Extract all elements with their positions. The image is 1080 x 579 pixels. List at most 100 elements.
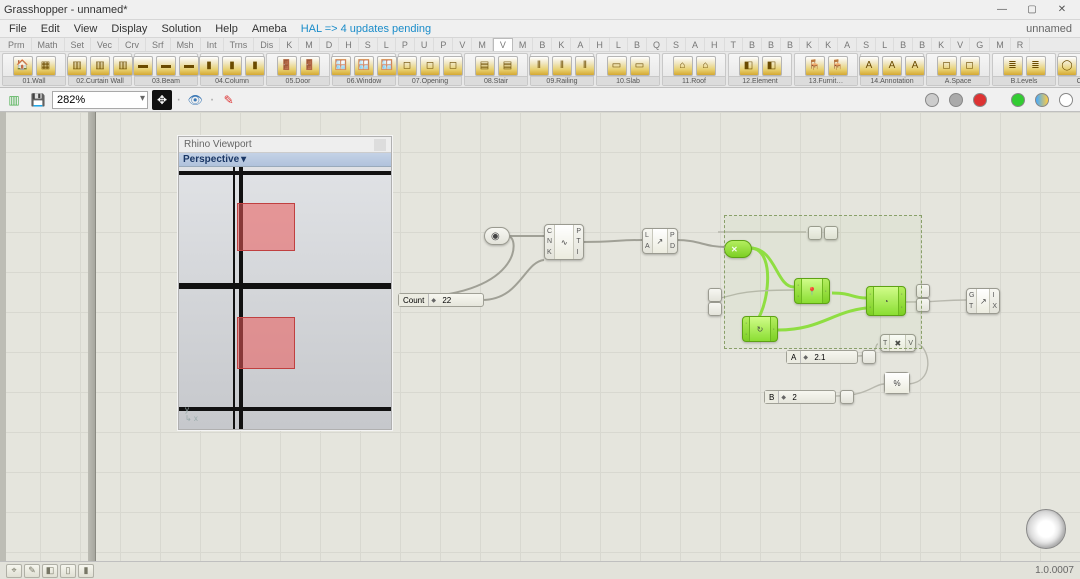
shade-mode-icon[interactable] (946, 90, 966, 110)
category-tab[interactable]: V (453, 38, 472, 51)
category-tab[interactable]: U (415, 38, 435, 51)
new-file-icon[interactable]: ▥ (4, 90, 24, 110)
canvas[interactable]: Rhino Viewport Perspective ▾ y↳ x (0, 112, 1080, 561)
port[interactable]: A (645, 243, 650, 250)
menu-help[interactable]: Help (208, 21, 245, 37)
relay-node[interactable] (916, 298, 930, 312)
port[interactable]: · (869, 304, 871, 311)
category-tab[interactable]: Math (32, 38, 65, 51)
port[interactable]: C (547, 228, 552, 235)
category-tab[interactable]: R (1011, 38, 1031, 51)
category-tab[interactable]: P (396, 38, 415, 51)
toggle-component[interactable]: ◉ (484, 227, 510, 245)
port[interactable]: D (670, 243, 675, 250)
component-green-b[interactable]: ·· ↻ · (742, 316, 778, 342)
slider-output[interactable] (862, 350, 876, 364)
component-icon[interactable]: ▤ (475, 56, 495, 76)
component-green-c[interactable]: ·· ◔ ·· (866, 286, 906, 316)
preview-eye-icon[interactable]: 👁 (185, 90, 205, 110)
minimize-button[interactable]: — (988, 2, 1016, 18)
category-tab[interactable]: A (838, 38, 857, 51)
component-icon[interactable]: ⌂ (673, 56, 693, 76)
category-tab[interactable]: B (913, 38, 932, 51)
component-icon[interactable]: ▮ (222, 56, 242, 76)
category-tab[interactable]: V (951, 38, 970, 51)
category-tab[interactable]: K (800, 38, 819, 51)
component-icon[interactable]: 🚪 (300, 56, 320, 76)
component-icon[interactable]: ◧ (739, 56, 759, 76)
relay-node[interactable] (824, 226, 838, 240)
component-icon[interactable]: ≣ (1026, 56, 1046, 76)
category-tab[interactable]: L (876, 38, 894, 51)
category-tab[interactable]: Set (65, 38, 92, 51)
rhino-viewport-panel[interactable]: Rhino Viewport Perspective ▾ y↳ x (178, 136, 392, 430)
category-tab[interactable]: Int (201, 38, 224, 51)
port[interactable]: X (992, 303, 997, 310)
component-icon[interactable]: ▤ (498, 56, 518, 76)
component-percent[interactable]: % (884, 372, 910, 394)
rhino-viewport-body[interactable]: y↳ x (179, 167, 391, 429)
port[interactable]: G (969, 292, 974, 299)
port[interactable]: T (576, 238, 581, 245)
port[interactable]: · (773, 326, 775, 333)
component-icon[interactable]: ◻ (420, 56, 440, 76)
status-tool-icon[interactable]: ◧ (42, 564, 58, 578)
component-green-a[interactable]: ·· 📍 · (794, 278, 830, 304)
port[interactable]: · (745, 331, 747, 338)
zoom-target-icon[interactable]: ✥ (152, 90, 172, 110)
shade-mode-icon[interactable] (970, 90, 990, 110)
status-tool-icon[interactable]: ✎ (24, 564, 40, 578)
category-tab[interactable]: K (819, 38, 838, 51)
display-mode-icon[interactable] (1056, 90, 1076, 110)
category-tab[interactable]: L (378, 38, 396, 51)
component-icon[interactable]: 🏠 (13, 56, 33, 76)
category-tab[interactable]: B (762, 38, 781, 51)
component-icon[interactable]: 🚪 (277, 56, 297, 76)
category-tab[interactable]: D (320, 38, 340, 51)
component-icon[interactable]: ▥ (90, 56, 110, 76)
component-green-pill[interactable]: ✕ (724, 240, 752, 258)
edge-panel[interactable] (0, 112, 6, 561)
side-panel-handle[interactable] (88, 112, 96, 561)
category-tab[interactable]: A (571, 38, 590, 51)
port[interactable]: · (797, 282, 799, 289)
category-tab[interactable]: K (280, 38, 299, 51)
menu-file[interactable]: File (2, 21, 34, 37)
component-icon[interactable]: 🪟 (354, 56, 374, 76)
number-slider-b[interactable]: B 2 (764, 390, 836, 404)
category-tab[interactable]: Trns (224, 38, 255, 51)
menu-ameba[interactable]: Ameba (245, 21, 294, 37)
component-icon[interactable]: 🪟 (331, 56, 351, 76)
category-tab[interactable]: Q (647, 38, 667, 51)
port[interactable]: I (576, 249, 581, 256)
relay-node[interactable] (808, 226, 822, 240)
category-tab[interactable]: Srf (146, 38, 171, 51)
category-tab[interactable]: B (894, 38, 913, 51)
port[interactable]: L (645, 232, 650, 239)
port[interactable]: N (547, 238, 552, 245)
component-icon[interactable]: ◻ (443, 56, 463, 76)
component-cnkt[interactable]: C N K ∿ P T I (544, 224, 584, 260)
component-icon[interactable]: ◯ (1057, 56, 1077, 76)
category-tab[interactable]: B (781, 38, 800, 51)
component-icon[interactable]: A (859, 56, 879, 76)
category-tab[interactable]: B (533, 38, 552, 51)
port[interactable]: · (745, 320, 747, 327)
category-tab[interactable]: S (667, 38, 686, 51)
component-icon[interactable]: ◻ (960, 56, 980, 76)
category-tab[interactable]: L (610, 38, 628, 51)
category-tab[interactable]: M (472, 38, 493, 51)
category-tab[interactable]: P (434, 38, 453, 51)
component-icon[interactable]: A (882, 56, 902, 76)
category-tab[interactable]: M (513, 38, 534, 51)
category-tab[interactable]: K (552, 38, 571, 51)
display-mode-icon[interactable] (1008, 90, 1028, 110)
rhino-viewport-tab[interactable]: Perspective ▾ (179, 153, 391, 167)
port[interactable]: · (901, 291, 903, 298)
component-icon[interactable]: ▬ (156, 56, 176, 76)
save-file-icon[interactable]: 💾 (28, 90, 48, 110)
category-tab[interactable]: V (493, 38, 513, 51)
category-tab[interactable]: B (628, 38, 647, 51)
component-ap[interactable]: LA ↗ PD (642, 228, 678, 254)
component-icon[interactable]: ▭ (630, 56, 650, 76)
